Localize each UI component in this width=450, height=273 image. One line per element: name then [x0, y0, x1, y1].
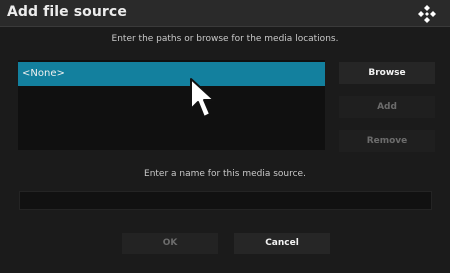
paths-instruction: Enter the paths or browse for the media …	[111, 34, 339, 44]
list-item[interactable]: <None>	[18, 62, 325, 86]
add-button[interactable]: Add	[339, 96, 435, 118]
kodi-logo-icon	[418, 5, 436, 23]
paths-list[interactable]: <None>	[18, 60, 325, 150]
cancel-button[interactable]: Cancel	[234, 233, 330, 254]
browse-button[interactable]: Browse	[339, 62, 435, 84]
dialog-title-bar: Add file source	[0, 0, 450, 27]
mouse-pointer-icon	[190, 78, 215, 118]
source-name-field[interactable]	[19, 191, 432, 210]
ok-button[interactable]: OK	[122, 233, 218, 254]
name-instruction: Enter a name for this media source.	[144, 169, 306, 179]
dialog-title: Add file source	[7, 4, 127, 20]
remove-button[interactable]: Remove	[339, 130, 435, 152]
